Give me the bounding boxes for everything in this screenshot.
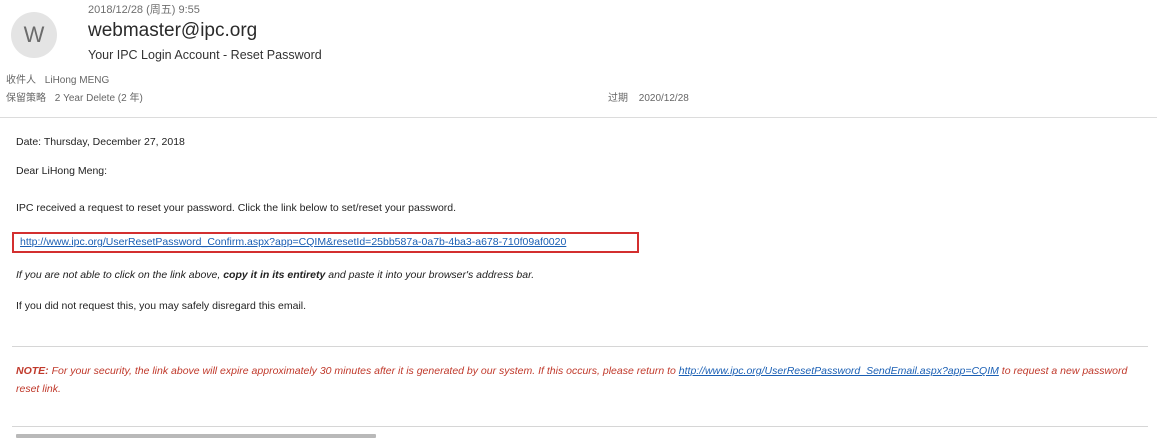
copy-instructions-part1: If you are not able to click on the link… bbox=[16, 269, 224, 281]
sent-time: 2018/12/28 (周五) 9:55 bbox=[88, 4, 200, 16]
email-header: W 2018/12/28 (周五) 9:55 webmaster@ipc.org… bbox=[0, 0, 1157, 118]
email-subject: Your IPC Login Account - Reset Password bbox=[88, 48, 322, 62]
copy-instructions-bold: copy it in its entirety bbox=[223, 269, 326, 281]
retention-policy-label: 保留策略 bbox=[6, 93, 46, 104]
date-line: Date: Thursday, December 27, 2018 bbox=[16, 136, 185, 148]
reset-link-highlight: http://www.ipc.org/UserResetPassword_Con… bbox=[12, 232, 639, 253]
send-email-link[interactable]: http://www.ipc.org/UserResetPassword_Sen… bbox=[679, 365, 999, 377]
request-line: IPC received a request to reset your pas… bbox=[16, 202, 457, 214]
expiry-date: 2020/12/28 bbox=[638, 93, 689, 104]
recipient-name[interactable]: LiHong MENG bbox=[45, 75, 109, 86]
expiry-label: 过期 bbox=[608, 93, 628, 104]
recipient-row: 收件人 LiHong MENG bbox=[6, 71, 109, 86]
email-body: Date: Thursday, December 27, 2018 Dear L… bbox=[0, 118, 1157, 439]
body-divider bbox=[12, 346, 1148, 347]
cropped-footer-text bbox=[16, 432, 376, 439]
note-label: NOTE: bbox=[16, 365, 49, 377]
reset-password-link[interactable]: http://www.ipc.org/UserResetPassword_Con… bbox=[20, 236, 566, 248]
greeting-line: Dear LiHong Meng: bbox=[16, 165, 108, 177]
sender-avatar[interactable]: W bbox=[11, 12, 57, 58]
sender-address[interactable]: webmaster@ipc.org bbox=[88, 20, 257, 42]
retention-policy-row: 保留策略 2 Year Delete (2 年) 过期 2020/12/28 bbox=[6, 89, 1146, 104]
note-text: For your security, the link above will e… bbox=[48, 365, 679, 377]
footer-divider bbox=[12, 426, 1148, 427]
recipient-label: 收件人 bbox=[6, 75, 36, 86]
expiry-info: 过期 2020/12/28 bbox=[608, 89, 689, 104]
retention-policy-value[interactable]: 2 Year Delete (2 年) bbox=[55, 93, 143, 104]
security-note: NOTE: For your security, the link above … bbox=[16, 362, 1146, 398]
copy-instructions-part2: and paste it into your browser's address… bbox=[325, 269, 535, 281]
copy-instructions: If you are not able to click on the link… bbox=[16, 269, 534, 281]
disregard-line: If you did not request this, you may saf… bbox=[16, 300, 307, 312]
